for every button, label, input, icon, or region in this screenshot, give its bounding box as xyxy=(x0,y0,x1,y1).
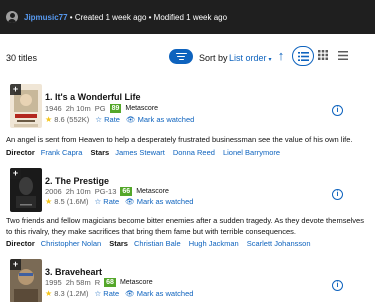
info-icon[interactable]: i xyxy=(332,189,343,200)
metascore-label: Metascore xyxy=(125,105,159,112)
info-icon[interactable]: i xyxy=(332,105,343,116)
detailed-list-icon xyxy=(297,51,309,61)
list-item: + 3. Braveheart 1995 2h 58m R 68 Metasco… xyxy=(0,259,375,302)
eye-icon: 👁 xyxy=(125,115,136,124)
item-title[interactable]: 1. It's a Wonderful Life xyxy=(45,92,140,102)
star-outline-icon: ☆ xyxy=(94,197,102,206)
sort-order-value: List order xyxy=(229,53,267,63)
item-year: 2006 xyxy=(45,187,62,196)
rating-row: ★ 8.5 (1.6M) ☆ Rate 👁 Mark as watched xyxy=(45,197,193,206)
item-title[interactable]: 3. Braveheart xyxy=(45,267,102,277)
item-description: An angel is sent from Heaven to help a d… xyxy=(6,135,353,144)
mark-watched-button[interactable]: 👁 Mark as watched xyxy=(125,289,193,298)
info-icon[interactable]: i xyxy=(332,280,343,291)
director-label: Director xyxy=(6,239,35,248)
item-certificate: PG xyxy=(94,104,106,113)
star-link[interactable]: Scarlett Johansson xyxy=(247,239,311,248)
filter-icon xyxy=(175,52,187,55)
item-certificate: PG-13 xyxy=(94,187,117,196)
list-toolbar: 30 titles Sort by List order ▾ ↑ xyxy=(0,44,375,72)
director-link[interactable]: Christopher Nolan xyxy=(41,239,101,248)
star-icon: ★ xyxy=(45,289,53,298)
poster-image[interactable]: + xyxy=(10,259,42,302)
sort-by-label: Sort by xyxy=(199,53,228,63)
chevron-down-icon: ▾ xyxy=(268,57,272,63)
metascore-badge: 89 xyxy=(109,104,122,113)
imdb-rating: 8.6 (552K) xyxy=(54,115,90,124)
star-link[interactable]: Hugh Jackman xyxy=(189,239,239,248)
item-year: 1995 xyxy=(45,278,62,287)
add-to-watchlist-icon[interactable]: + xyxy=(10,259,21,270)
list-item: + 2. The Prestige 2006 2h 10m PG-13 66 M… xyxy=(0,168,375,254)
stars-label: Stars xyxy=(109,239,128,248)
eye-icon: 👁 xyxy=(125,289,135,298)
poster-image[interactable]: + xyxy=(10,168,42,212)
modified-text: • Modified 1 week ago xyxy=(146,12,228,22)
item-facts: 1946 2h 10m PG 89 Metascore xyxy=(45,104,158,113)
detailed-view-button[interactable] xyxy=(292,46,314,66)
metascore-badge: 68 xyxy=(104,278,116,287)
compact-list-icon[interactable] xyxy=(338,51,348,60)
star-outline-icon: ☆ xyxy=(94,289,102,298)
filter-button[interactable] xyxy=(169,49,193,64)
item-facts: 1995 2h 58m R 68 Metascore xyxy=(45,278,153,287)
star-outline-icon: ☆ xyxy=(95,115,103,124)
rate-button[interactable]: ☆ Rate xyxy=(94,197,119,206)
mark-watched-button[interactable]: 👁 Mark as watched xyxy=(125,197,193,206)
rating-row: ★ 8.3 (1.2M) ☆ Rate 👁 Mark as watched xyxy=(45,289,193,298)
item-runtime: 2h 10m xyxy=(65,104,91,113)
item-credits: Director Christopher Nolan Stars Christian … xyxy=(6,239,319,248)
created-text: • Created 1 week ago xyxy=(67,12,147,22)
metascore-label: Metascore xyxy=(119,279,153,286)
list-meta: Jipmusic77 • Created 1 week ago • Modifi… xyxy=(24,13,227,22)
director-label: Director xyxy=(6,148,35,157)
metascore-badge: 66 xyxy=(120,187,133,196)
title-count: 30 titles xyxy=(6,53,38,63)
star-link[interactable]: Christian Bale xyxy=(134,239,181,248)
star-icon: ★ xyxy=(45,197,53,206)
star-link[interactable]: Donna Reed xyxy=(173,148,215,157)
rate-button[interactable]: ☆ Rate xyxy=(94,289,119,298)
eye-icon: 👁 xyxy=(125,197,135,206)
mark-watched-button[interactable]: 👁 Mark as watched xyxy=(126,115,194,124)
list-header-bar: Jipmusic77 • Created 1 week ago • Modifi… xyxy=(0,0,375,34)
imdb-rating: 8.5 (1.6M) xyxy=(54,197,89,206)
star-icon: ★ xyxy=(45,115,53,124)
user-avatar-icon xyxy=(6,11,18,23)
add-to-watchlist-icon[interactable]: + xyxy=(10,84,21,95)
imdb-rating: 8.3 (1.2M) xyxy=(54,289,89,298)
author-link[interactable]: Jipmusic77 xyxy=(24,13,68,22)
item-title[interactable]: 2. The Prestige xyxy=(45,176,109,186)
metascore-label: Metascore xyxy=(136,188,169,195)
poster-image[interactable]: + xyxy=(10,84,42,128)
star-link[interactable]: Lionel Barrymore xyxy=(223,148,280,157)
item-runtime: 2h 10m xyxy=(65,187,91,196)
director-link[interactable]: Frank Capra xyxy=(41,148,83,157)
item-credits: Director Frank Capra Stars James Stewart Don… xyxy=(6,148,288,157)
item-year: 1946 xyxy=(45,104,62,113)
item-facts: 2006 2h 10m PG-13 66 Metascore xyxy=(45,187,169,196)
grid-view-icon[interactable] xyxy=(318,50,328,60)
star-link[interactable]: James Stewart xyxy=(115,148,165,157)
sort-order-select[interactable]: List order ▾ xyxy=(229,53,272,63)
rate-button[interactable]: ☆ Rate xyxy=(95,115,120,124)
list-item: + 1. It's a Wonderful Life 1946 2h 10m P… xyxy=(0,84,375,164)
item-certificate: R xyxy=(94,278,101,287)
rating-row: ★ 8.6 (552K) ☆ Rate 👁 Mark as watched xyxy=(45,115,194,124)
add-to-watchlist-icon[interactable]: + xyxy=(10,168,21,179)
sort-direction-arrow-icon[interactable]: ↑ xyxy=(275,48,287,64)
item-runtime: 2h 58m xyxy=(65,278,91,287)
item-description: Two friends and fellow magicians become … xyxy=(6,216,364,236)
stars-label: Stars xyxy=(90,148,110,157)
